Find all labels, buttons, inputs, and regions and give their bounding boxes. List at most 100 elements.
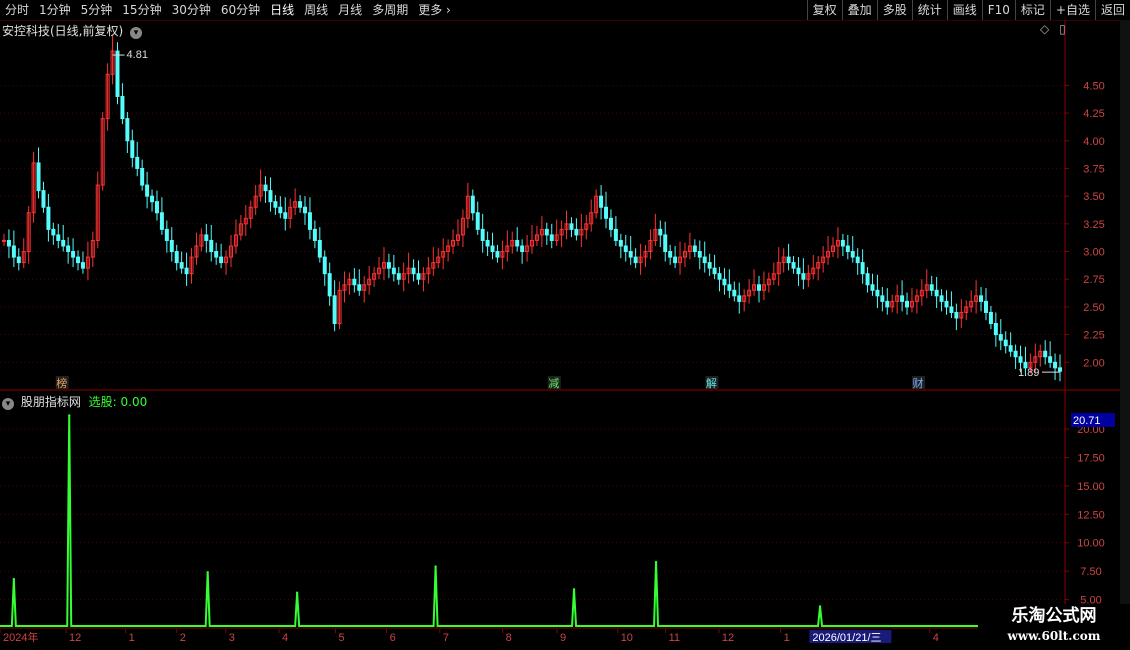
period-tab-5[interactable]: 60分钟 xyxy=(216,0,265,20)
candle-body xyxy=(870,284,875,291)
candle-body xyxy=(209,239,214,253)
chevron-down-icon[interactable]: ▾ xyxy=(130,27,143,39)
toolbar-action-8[interactable]: 返回 xyxy=(1094,0,1130,20)
chevron-down-icon[interactable]: ▾ xyxy=(2,398,14,410)
candle-body xyxy=(130,140,135,158)
period-tab-7[interactable]: 周线 xyxy=(299,0,333,20)
signal-spike-point xyxy=(572,588,576,591)
main-ytick-label: 2.75 xyxy=(1083,274,1104,286)
candle-body xyxy=(796,267,801,275)
toolbar-action-2[interactable]: 多股 xyxy=(876,0,912,20)
candle-body xyxy=(76,256,81,264)
candle-body xyxy=(61,239,66,247)
sub-ytick-label: 17.50 xyxy=(1077,452,1105,464)
candle-body xyxy=(905,300,910,308)
period-tab-4[interactable]: 30分钟 xyxy=(167,0,216,20)
candle-body xyxy=(944,300,949,308)
candle-body xyxy=(993,323,998,336)
candle-body xyxy=(791,262,796,269)
high-price-label: 4.81 xyxy=(127,49,148,61)
candle-body xyxy=(2,239,6,242)
candle-body xyxy=(41,190,46,208)
xtick-label: 3 xyxy=(229,632,235,644)
main-ytick-label: 3.75 xyxy=(1083,163,1104,175)
signal-spike-point xyxy=(434,565,437,568)
xtick-label: 12 xyxy=(69,632,81,644)
candle-body xyxy=(845,245,850,253)
indicator-value: 选股: 0.00 xyxy=(88,395,148,409)
candle-body xyxy=(80,262,85,269)
candle-body xyxy=(1048,356,1053,363)
candle-body xyxy=(979,295,984,302)
candle-body xyxy=(263,184,268,192)
candle-body xyxy=(712,267,717,275)
period-tab-0[interactable]: 分时 xyxy=(0,0,34,20)
candle-body xyxy=(618,239,623,247)
candle-body xyxy=(268,190,273,203)
candle-body xyxy=(801,273,806,280)
period-tab-10[interactable]: 更多 › xyxy=(413,0,456,20)
main-ytick-label: 4.00 xyxy=(1083,136,1104,148)
current-value-label: 20.71 xyxy=(1073,415,1101,427)
toolbar-action-1[interactable]: 叠加 xyxy=(841,0,877,20)
sub-ytick-label: 7.50 xyxy=(1080,566,1101,578)
candle-body xyxy=(411,267,416,275)
toolbar-action-4[interactable]: 画线 xyxy=(946,0,982,20)
maximize-icon[interactable]: ▯ xyxy=(1059,22,1066,36)
signal-spike-point xyxy=(68,414,71,417)
main-ytick-label: 2.00 xyxy=(1083,357,1104,369)
candle-body xyxy=(707,262,712,269)
period-tab-2[interactable]: 5分钟 xyxy=(76,0,118,20)
main-ytick-label: 4.25 xyxy=(1083,108,1104,120)
candle-body xyxy=(357,284,362,291)
candle-body xyxy=(875,289,880,297)
candle-body xyxy=(36,162,41,192)
candle-body xyxy=(307,212,312,230)
period-tab-1[interactable]: 1分钟 xyxy=(34,0,76,20)
event-marker: 减 xyxy=(548,377,559,390)
candle-body xyxy=(322,256,327,275)
candle-body xyxy=(949,306,954,313)
toolbar-action-5[interactable]: F10 xyxy=(981,0,1015,20)
signal-spike-point xyxy=(12,577,16,581)
panel-controls: ◇ ▯ xyxy=(1040,22,1066,36)
period-tab-9[interactable]: 多周期 xyxy=(367,0,413,20)
period-tab-6[interactable]: 日线 xyxy=(265,0,299,20)
period-tab-3[interactable]: 15分钟 xyxy=(117,0,166,20)
low-price-label: 1.89 xyxy=(1018,367,1039,379)
candle-body xyxy=(490,245,495,253)
sub-ytick-label: 12.50 xyxy=(1077,509,1105,521)
candle-body xyxy=(574,228,579,236)
toolbar-action-3[interactable]: 统计 xyxy=(911,0,947,20)
signal-spike-point xyxy=(818,605,822,608)
candle-body xyxy=(71,251,76,258)
candle-body xyxy=(599,195,604,208)
toolbar-action-7[interactable]: +自选 xyxy=(1049,0,1095,20)
candle-body xyxy=(352,278,357,286)
period-tab-8[interactable]: 月线 xyxy=(333,0,367,20)
candle-body xyxy=(16,256,21,264)
candle-body xyxy=(396,273,401,280)
xtick-label: 8 xyxy=(506,632,512,644)
candle-body xyxy=(164,228,169,241)
indicator-name: 股朋指标网 xyxy=(20,395,81,409)
candle-body xyxy=(219,256,224,264)
main-ytick-label: 4.50 xyxy=(1083,80,1104,92)
chart-area[interactable]: 4.50 4.25 4.00 3.75 3.50 3.25 3.00 2.75 2.50 2.25… xyxy=(0,20,1130,650)
event-marker: 财 xyxy=(913,376,924,390)
candle-body xyxy=(717,273,722,280)
toolbar-action-6[interactable]: 标记 xyxy=(1014,0,1050,20)
candle-body xyxy=(485,239,490,247)
xtick-label: 10 xyxy=(621,632,633,644)
sub-ytick-label: 15.00 xyxy=(1077,481,1105,493)
candle-body xyxy=(303,206,308,214)
candle-body xyxy=(475,212,480,230)
candle-body xyxy=(983,300,988,313)
candle-body xyxy=(480,228,485,241)
xtick-label: 12 xyxy=(722,632,734,644)
toolbar: 分时 1分钟 5分钟 15分钟 30分钟 60分钟 日线 周线 月线 多周期 更多 › 复权 叠加 多股… xyxy=(0,0,1130,21)
toolbar-action-0[interactable]: 复权 xyxy=(806,0,842,20)
candle-body xyxy=(604,206,609,219)
diamond-icon[interactable]: ◇ xyxy=(1040,22,1049,36)
candle-body xyxy=(673,256,678,264)
